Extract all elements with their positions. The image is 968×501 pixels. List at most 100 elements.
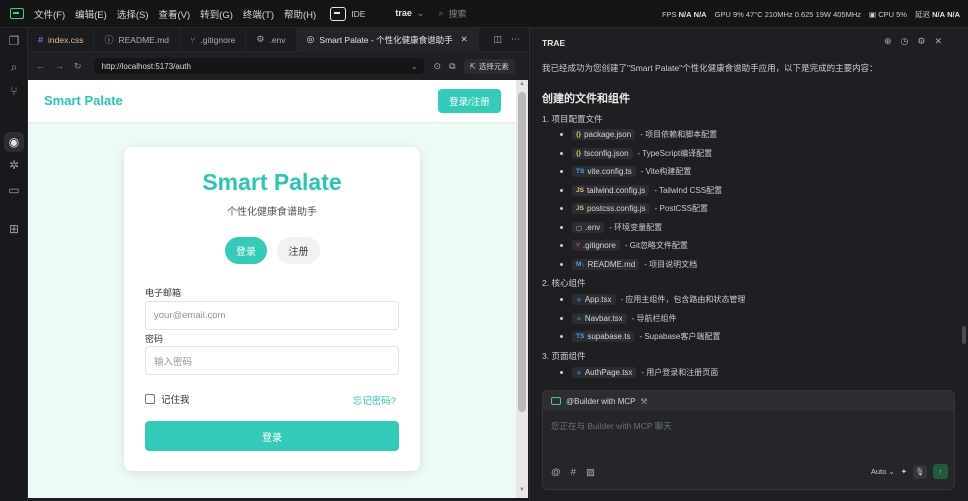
search-input[interactable]: ⌕ 搜索 [438,7,466,20]
file-chip[interactable]: JS postcss.config.js [572,203,650,214]
editor-tabs: # index.css ⓘ README.md ⑂ .gitignore ⚙ .… [28,28,528,52]
menu-selection[interactable]: 选择(S) [117,7,149,21]
close-icon[interactable]: ✕ [934,36,942,47]
git-icon: ⑂ [576,242,580,249]
latency-value: N/A [932,9,945,19]
pick-element-button[interactable]: ⇱ 选择元素 [463,58,515,74]
new-chat-icon[interactable]: ⊕ [884,36,892,47]
history-icon[interactable]: ◷ [901,36,909,47]
close-icon[interactable]: ✕ [461,34,468,45]
login-register-button[interactable]: 登录/注册 [438,89,501,113]
file-chip[interactable]: TS supabase.ts [572,331,635,342]
file-chip[interactable]: {} tsconfig.json [572,148,633,159]
chevron-down-icon: ⌄ [888,467,895,476]
back-arrow-icon[interactable]: ← [36,61,45,71]
viewport-scrollbar[interactable]: ▲ ▼ [516,80,528,498]
preview-icon[interactable]: ◉ [7,135,21,149]
mention-icon[interactable]: @ [551,467,561,478]
microphone-icon[interactable]: 🎙 [913,464,927,479]
source-control-icon[interactable]: ⑂ [7,84,21,98]
info-icon: ⓘ [104,35,114,45]
scroll-up-icon[interactable]: ▲ [519,81,525,87]
ts-icon: TS [576,168,585,175]
remember-checkbox[interactable] [145,394,155,404]
remote-icon[interactable]: ▭ [7,183,21,197]
tab-register[interactable]: 注册 [277,237,320,264]
forward-arrow-icon[interactable]: → [55,61,64,71]
section-title: 2. 核心组件 [542,278,586,288]
model-selector[interactable]: Auto ⌄ [871,467,895,476]
menu-terminal[interactable]: 终端(T) [243,7,274,21]
menu-go[interactable]: 转到(G) [200,7,233,21]
reload-icon[interactable]: ↻ [74,61,82,72]
tab-login[interactable]: 登录 [225,237,267,264]
hash-icon[interactable]: # [571,467,576,478]
tab-gitignore[interactable]: ⑂ .gitignore [180,28,247,51]
list-item: {} tsconfig.json - TypeScript编译配置 [560,148,712,159]
fps-label: FPS [661,9,677,19]
scrollbar-thumb[interactable] [518,92,526,412]
panel-scrollbar[interactable] [962,326,966,344]
remember-label: 记住我 [161,395,190,406]
split-editor-icon[interactable]: ◫ [493,34,502,45]
tools-icon[interactable]: ⚒ [640,397,647,406]
sparkle-icon[interactable]: ✦ [901,467,907,476]
panel-title: TRAE [542,38,566,48]
cursor-icon: ⇱ [469,61,476,71]
file-chip[interactable]: JS tailwind.config.js [572,185,650,196]
menu-edit[interactable]: 编辑(E) [75,7,107,21]
git-icon: ⑂ [190,34,196,45]
fps-value-2: N/A [693,9,707,19]
file-chip[interactable]: ⚛ Navbar.tsx [572,313,627,324]
url-input[interactable]: http://localhost:5173/auth ⌄ [93,58,424,74]
ide-mode-button[interactable]: IDE [330,6,366,21]
menu-view[interactable]: 查看(V) [158,7,190,21]
app-header: Smart Palate 登录/注册 [28,80,516,122]
explorer-icon[interactable]: ❐ [7,34,21,48]
tab-env[interactable]: ⚙ .env [246,28,297,51]
json-icon: {} [576,131,582,138]
login-submit-button[interactable]: 登录 [145,421,399,451]
file-chip[interactable]: TS vite.config.ts [572,166,636,177]
image-icon[interactable]: ▨ [586,467,595,478]
project-selector[interactable]: trae ⌄ [395,8,424,19]
browser-viewport: Smart Palate 登录/注册 Smart Palate 个性化健康食谱助… [28,80,516,498]
search-icon[interactable]: ⌕ [7,60,21,74]
ide-icon [330,6,347,21]
file-chip[interactable]: ▢ .env [572,222,605,233]
file-chip[interactable]: ⑂ .gitignore [572,240,620,251]
agent-label[interactable]: @Builder with MCP [566,397,635,406]
remember-me[interactable]: 记住我 [145,392,190,406]
devices-icon[interactable]: ⧉ [449,61,455,72]
settings-icon[interactable]: ⚙ [917,36,925,47]
email-label: 电子邮箱 [145,288,182,298]
file-chip[interactable]: ⚛ App.tsx [572,294,616,305]
list-item: ⚛ AuthPage.tsx - 用户登录和注册页面 [560,367,718,378]
file-chip[interactable]: {} package.json [572,129,636,140]
list-item: ⚛ Navbar.tsx - 导航栏组件 [560,313,677,324]
chat-input[interactable]: 您正在与 Builder with MCP 聊天 [551,420,672,432]
list-item: M↓ README.md - 项目说明文档 [560,259,697,270]
tab-preview[interactable]: ◎ Smart Palate - 个性化健康食谱助手 ✕ [296,28,479,51]
menu-help[interactable]: 帮助(H) [284,7,316,21]
send-icon[interactable]: ↑ [933,464,948,479]
email-field[interactable]: your@email.com [145,301,399,330]
scroll-down-icon[interactable]: ▼ [519,487,525,493]
brand-logo[interactable]: Smart Palate [44,93,123,108]
file-chip[interactable]: M↓ README.md [572,259,640,270]
agent-bar: @Builder with MCP ⚒ [543,391,954,411]
more-icon[interactable]: ⋯ [511,34,520,45]
tab-index-css[interactable]: # index.css [28,28,95,51]
tab-readme[interactable]: ⓘ README.md [94,28,181,51]
target-icon[interactable]: ⊙ [434,61,442,72]
debug-icon[interactable]: ✲ [7,158,21,172]
chat-composer: @Builder with MCP ⚒ 您正在与 Builder with MC… [542,390,955,490]
password-field[interactable]: 输入密码 [145,346,399,375]
file-chip[interactable]: ⚛ AuthPage.tsx [572,367,637,378]
browser-toolbar: ← → ↻ http://localhost:5173/auth ⌄ ⊙ ⧉ ⇱… [28,52,528,80]
password-label: 密码 [145,334,164,344]
forgot-password-link[interactable]: 忘记密码? [353,393,396,407]
extensions-icon[interactable]: ⊞ [7,222,21,236]
ide-label: IDE [351,8,366,19]
menu-file[interactable]: 文件(F) [34,7,65,21]
